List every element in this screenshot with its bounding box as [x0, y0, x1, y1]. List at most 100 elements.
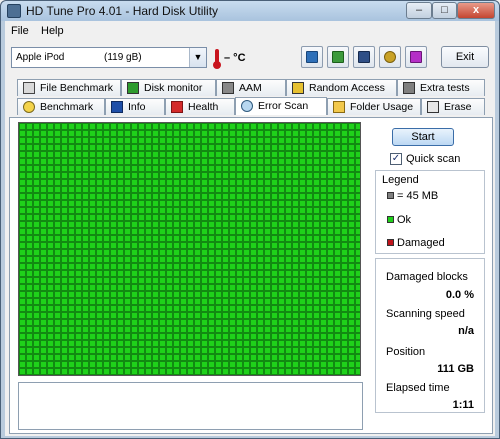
legend-box: Legend = 45 MB Ok Damaged — [375, 170, 485, 254]
scan-block — [47, 270, 54, 277]
scan-block — [68, 158, 75, 165]
scan-block — [292, 333, 299, 340]
scan-log[interactable] — [18, 382, 363, 430]
tab-info[interactable]: Info — [105, 98, 165, 115]
tab-folder-usage[interactable]: Folder Usage — [327, 98, 421, 115]
scan-block — [19, 165, 26, 172]
scan-block — [159, 368, 166, 375]
tab-error-scan[interactable]: Error Scan — [235, 97, 327, 115]
scan-block — [33, 179, 40, 186]
scan-block — [75, 361, 82, 368]
scan-block — [320, 361, 327, 368]
scan-block — [124, 214, 131, 221]
scan-block — [320, 305, 327, 312]
scan-block — [110, 298, 117, 305]
tab-aam[interactable]: AAM — [216, 79, 286, 96]
scan-block — [96, 172, 103, 179]
quick-scan-label[interactable]: Quick scan — [406, 153, 460, 165]
scan-block — [166, 193, 173, 200]
scan-block — [82, 361, 89, 368]
legend-ok: Ok — [387, 214, 411, 226]
scan-block — [131, 326, 138, 333]
scan-block — [341, 277, 348, 284]
scan-block — [257, 326, 264, 333]
title-bar[interactable]: HD Tune Pro 4.01 - Hard Disk Utility – □… — [1, 1, 499, 21]
scan-block — [215, 277, 222, 284]
scan-block — [131, 179, 138, 186]
chevron-down-icon[interactable]: ▼ — [189, 48, 206, 67]
scan-block — [348, 200, 355, 207]
tab-health[interactable]: Health — [165, 98, 235, 115]
save-button[interactable] — [353, 46, 375, 68]
start-button[interactable]: Start — [392, 128, 454, 146]
scan-block — [75, 305, 82, 312]
scan-block — [166, 130, 173, 137]
scan-block — [61, 312, 68, 319]
download-button[interactable] — [405, 46, 427, 68]
scan-block — [320, 249, 327, 256]
scan-block — [68, 368, 75, 375]
scan-block — [19, 284, 26, 291]
quick-scan-checkbox[interactable]: ✓ — [390, 153, 402, 165]
scan-block — [264, 340, 271, 347]
scan-block — [61, 214, 68, 221]
scan-block — [19, 340, 26, 347]
tab-file-benchmark[interactable]: File Benchmark — [17, 79, 121, 96]
copy-screenshot-button[interactable] — [327, 46, 349, 68]
scan-block — [180, 172, 187, 179]
scan-block — [292, 228, 299, 235]
drive-select[interactable]: Apple iPod (119 gB) ▼ — [11, 47, 207, 68]
scan-block — [40, 326, 47, 333]
magnifier-icon — [241, 100, 253, 112]
scan-block — [355, 193, 360, 200]
scan-block — [159, 193, 166, 200]
scan-block — [208, 305, 215, 312]
scan-block — [201, 200, 208, 207]
scan-block — [257, 249, 264, 256]
scan-block — [201, 256, 208, 263]
scan-block — [138, 186, 145, 193]
copy-text-button[interactable] — [301, 46, 323, 68]
tab-disk-monitor[interactable]: Disk monitor — [121, 79, 216, 96]
tab-random-access[interactable]: Random Access — [286, 79, 397, 96]
disk-monitor-icon — [127, 82, 139, 94]
scan-block — [26, 361, 33, 368]
scan-block — [243, 172, 250, 179]
scan-block — [264, 151, 271, 158]
tab-erase[interactable]: Erase — [421, 98, 485, 115]
scan-block — [348, 179, 355, 186]
scan-block — [201, 305, 208, 312]
scan-block — [180, 256, 187, 263]
tab-extra-tests[interactable]: Extra tests — [397, 79, 485, 96]
scan-block — [236, 151, 243, 158]
window-title: HD Tune Pro 4.01 - Hard Disk Utility — [26, 4, 219, 18]
scan-block — [313, 368, 320, 375]
scan-block — [292, 368, 299, 375]
scan-block — [348, 347, 355, 354]
scan-block — [187, 249, 194, 256]
scan-block — [110, 130, 117, 137]
options-button[interactable] — [379, 46, 401, 68]
scan-block — [173, 186, 180, 193]
scan-block — [278, 151, 285, 158]
scan-block — [236, 291, 243, 298]
minimize-button[interactable]: – — [406, 2, 432, 19]
scan-block — [285, 347, 292, 354]
scan-block — [159, 277, 166, 284]
exit-button[interactable]: Exit — [441, 46, 489, 68]
maximize-button[interactable]: □ — [432, 2, 457, 19]
scan-block — [40, 347, 47, 354]
scan-block — [215, 200, 222, 207]
scan-block — [355, 144, 360, 151]
menu-file[interactable]: File — [11, 25, 29, 37]
scan-block — [299, 340, 306, 347]
tab-benchmark[interactable]: Benchmark — [17, 98, 105, 115]
scan-block — [187, 263, 194, 270]
scan-block — [47, 151, 54, 158]
scan-block — [103, 368, 110, 375]
menu-help[interactable]: Help — [41, 25, 64, 37]
scan-block — [208, 277, 215, 284]
scan-block — [159, 172, 166, 179]
scan-block — [145, 305, 152, 312]
close-button[interactable]: x — [457, 2, 495, 19]
